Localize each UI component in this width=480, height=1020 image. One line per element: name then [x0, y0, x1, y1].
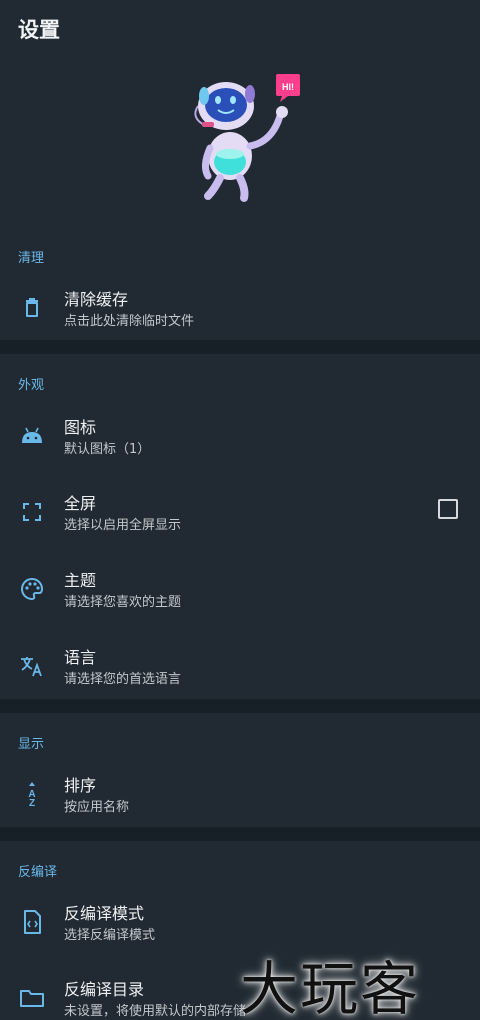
setting-theme[interactable]: 主题 请选择您喜欢的主题	[0, 565, 480, 625]
setting-language[interactable]: 语言 请选择您的首选语言	[0, 642, 480, 702]
mascot-bubble-text: HI!	[282, 82, 294, 92]
setting-label: 全屏	[64, 494, 97, 513]
setting-sort[interactable]: AZ 排序 按应用名称	[0, 770, 480, 830]
code-file-icon	[18, 908, 46, 936]
svg-text:Z: Z	[29, 798, 35, 808]
android-icon	[18, 422, 46, 450]
setting-description: 请选择您喜欢的主题	[64, 595, 182, 610]
page-title: 设置	[18, 18, 60, 42]
setting-icon[interactable]: 图标 默认图标（1）	[0, 412, 480, 472]
setting-description: 按应用名称	[64, 800, 130, 815]
fullscreen-checkbox[interactable]	[438, 499, 458, 519]
section-header-clean: 清理	[18, 251, 45, 266]
palette-icon	[18, 575, 46, 603]
setting-label: 反编译目录	[64, 980, 145, 999]
trash-icon	[18, 294, 46, 322]
setting-description: 请选择您的首选语言	[64, 672, 182, 687]
setting-label: 排序	[64, 776, 97, 795]
section-header-display: 显示	[18, 737, 45, 752]
setting-label: 清除缓存	[64, 290, 129, 309]
translate-icon	[18, 652, 46, 680]
setting-description: 选择以启用全屏显示	[64, 518, 182, 533]
section-header-decompile: 反编译	[18, 865, 58, 880]
setting-description: 默认图标（1）	[64, 442, 151, 457]
setting-label: 语言	[64, 648, 97, 667]
robot-mascot-illustration: HI!	[188, 68, 306, 204]
fullscreen-icon	[18, 498, 46, 526]
setting-description: 选择反编译模式	[64, 928, 156, 943]
watermark: 大玩客	[240, 955, 421, 1020]
setting-label: 图标	[64, 418, 97, 437]
sort-az-icon: AZ	[18, 780, 46, 809]
section-header-appearance: 外观	[18, 378, 45, 393]
setting-clear-cache[interactable]: 清除缓存 点击此处清除临时文件	[0, 284, 480, 344]
setting-label: 反编译模式	[64, 904, 145, 923]
section-divider	[0, 340, 480, 354]
settings-page: 设置 HI! 清理 清除缓存 点击此处清除临时文件 外观 图标 默认图标（1） …	[0, 0, 480, 1020]
setting-description: 未设置，将使用默认的内部存储	[64, 1004, 247, 1019]
section-divider	[0, 827, 480, 841]
setting-fullscreen[interactable]: 全屏 选择以启用全屏显示	[0, 488, 480, 548]
section-divider	[0, 699, 480, 713]
setting-label: 主题	[64, 571, 97, 590]
setting-description: 点击此处清除临时文件	[64, 314, 195, 329]
folder-icon	[18, 984, 46, 1012]
